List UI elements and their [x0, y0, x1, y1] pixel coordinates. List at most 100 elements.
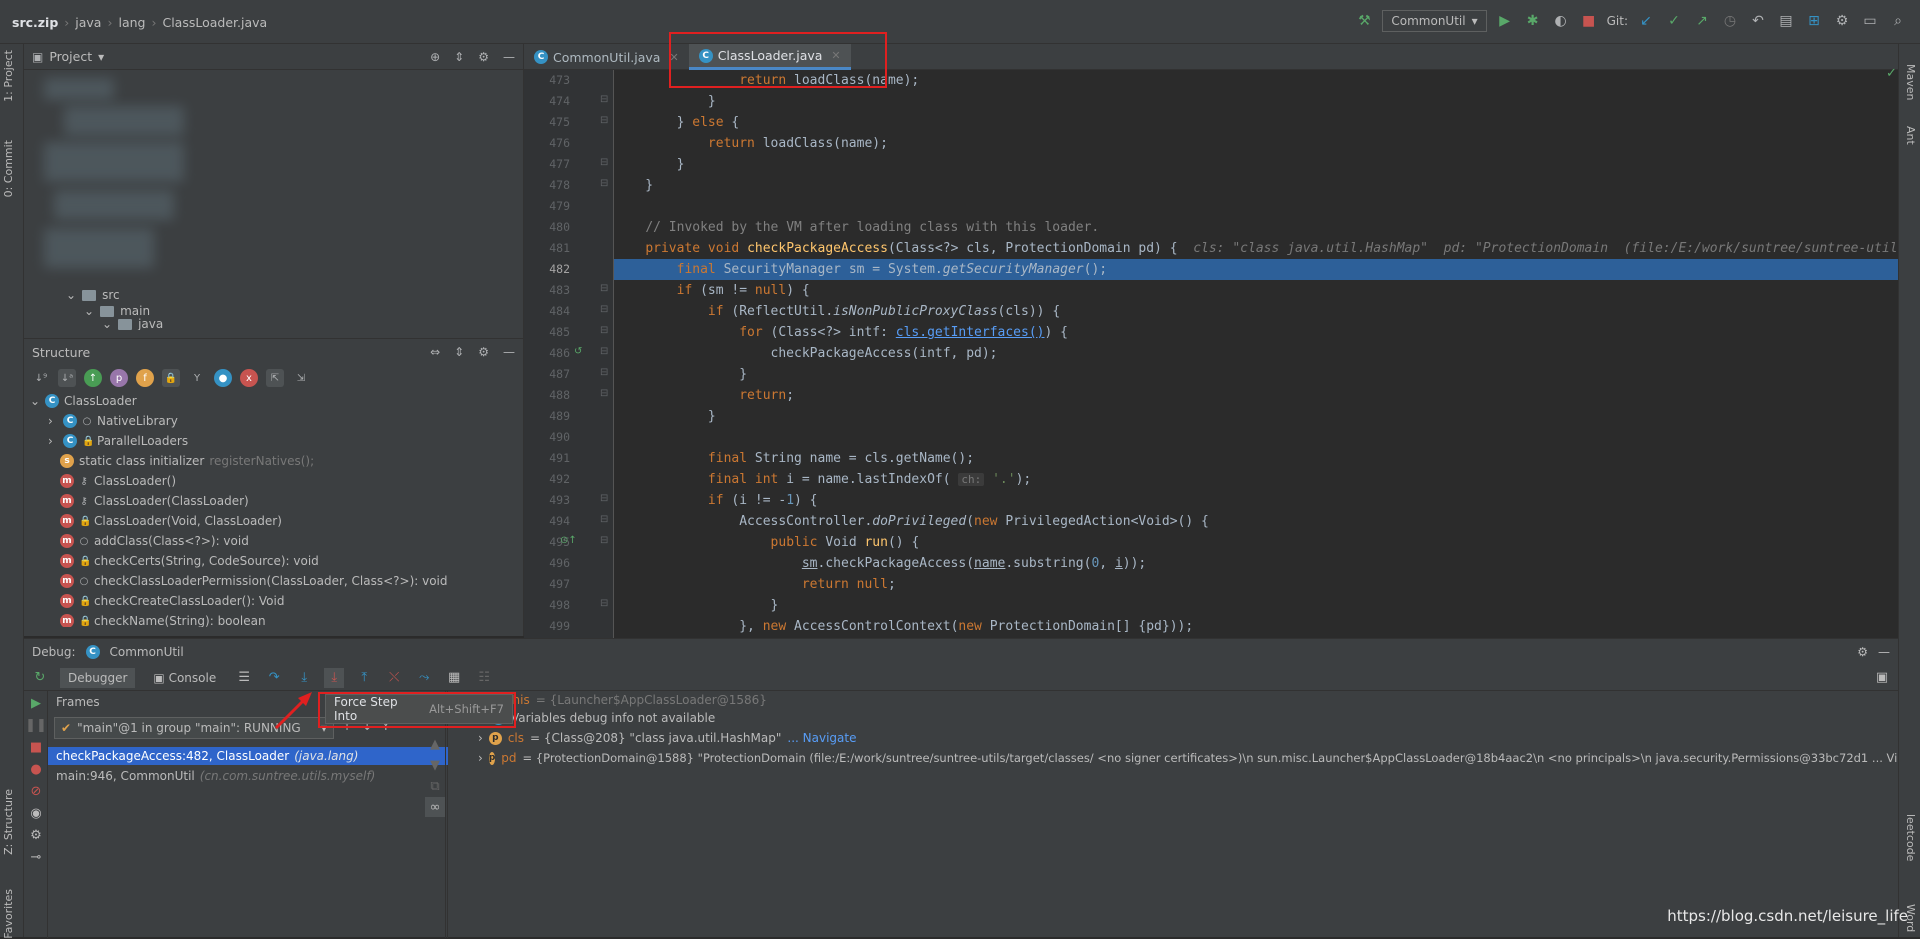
- minimize-icon[interactable]: —: [503, 345, 515, 359]
- stop-icon[interactable]: ■: [1579, 11, 1599, 31]
- line-number[interactable]: 477: [524, 157, 570, 171]
- structure-item[interactable]: m🔒checkCreateClassLoader(): Void: [24, 591, 523, 611]
- project-structure-icon[interactable]: ▤: [1776, 11, 1796, 31]
- gear-icon[interactable]: ⚙: [478, 345, 489, 359]
- line-number[interactable]: 486: [524, 346, 570, 360]
- show-watches-icon[interactable]: ∞: [425, 797, 445, 817]
- line-number[interactable]: 478: [524, 178, 570, 192]
- run-icon[interactable]: ▶: [1495, 11, 1515, 31]
- show-fields-icon[interactable]: f: [136, 369, 154, 387]
- line-number[interactable]: 481: [524, 241, 570, 255]
- fold-marker-icon[interactable]: ⊟: [600, 325, 608, 336]
- settings-gear-icon[interactable]: ⚙: [1832, 11, 1852, 31]
- rerun-icon[interactable]: ↻: [30, 668, 50, 688]
- fold-marker-icon[interactable]: ⊟: [600, 367, 608, 378]
- step-over-icon[interactable]: ↷: [264, 668, 284, 688]
- git-push-icon[interactable]: ↗: [1692, 11, 1712, 31]
- debug-session-tab[interactable]: CommonUtil: [110, 645, 184, 659]
- fold-marker-icon[interactable]: ⊟: [600, 283, 608, 294]
- line-number[interactable]: 479: [524, 199, 570, 213]
- tab-project[interactable]: 1: Project: [2, 50, 15, 102]
- line-number[interactable]: 480: [524, 220, 570, 234]
- fold-marker-icon[interactable]: ⊟: [600, 304, 608, 315]
- show-non-public-icon[interactable]: 🔒: [162, 369, 180, 387]
- line-number[interactable]: 474: [524, 94, 570, 108]
- line-number[interactable]: 492: [524, 472, 570, 486]
- stack-frame[interactable]: checkPackageAccess:482, ClassLoader(java…: [48, 747, 448, 765]
- line-number[interactable]: 499: [524, 619, 570, 633]
- chevron-right-icon[interactable]: ›: [48, 434, 58, 448]
- collapse-all-icon[interactable]: ⇕: [454, 50, 464, 64]
- translate-icon[interactable]: ⊞: [1804, 11, 1824, 31]
- run-to-cursor-icon[interactable]: ⤳: [414, 668, 434, 688]
- expand-all-icon[interactable]: ⇔: [430, 345, 440, 359]
- view-breakpoints-icon[interactable]: ●: [26, 759, 46, 779]
- show-lambdas-icon[interactable]: Y: [188, 369, 206, 387]
- variable-pd[interactable]: › p pd = {ProtectionDomain@1588} "Protec…: [478, 749, 1898, 767]
- line-number[interactable]: 493: [524, 493, 570, 507]
- line-number[interactable]: 482: [524, 262, 570, 276]
- chevron-down-icon[interactable]: ▾: [98, 50, 104, 64]
- line-number[interactable]: 491: [524, 451, 570, 465]
- line-number[interactable]: 489: [524, 409, 570, 423]
- implements-method-icon[interactable]: ⊙↑: [560, 535, 577, 546]
- editor-gutter[interactable]: 4734744754764774784794804814824834844854…: [524, 70, 614, 638]
- project-panel-title[interactable]: Project: [49, 49, 92, 64]
- copy-icon[interactable]: ⧉: [425, 776, 445, 796]
- history-icon[interactable]: ◷: [1720, 11, 1740, 31]
- structure-item[interactable]: m○checkClassLoaderPermission(ClassLoader…: [24, 571, 523, 591]
- structure-item[interactable]: m🔒ClassLoader(Void, ClassLoader): [24, 511, 523, 531]
- breadcrumb-item-lang[interactable]: lang: [118, 15, 145, 30]
- line-number[interactable]: 475: [524, 115, 570, 129]
- fold-marker-icon[interactable]: ⊟: [600, 157, 608, 168]
- pause-icon[interactable]: ❚❚: [26, 715, 46, 735]
- trace-icon[interactable]: ☷: [474, 668, 494, 688]
- line-number[interactable]: 488: [524, 388, 570, 402]
- tab-debugger[interactable]: Debugger: [60, 668, 135, 688]
- step-into-icon[interactable]: ⤓: [294, 668, 314, 688]
- pin-icon[interactable]: ⊸: [26, 847, 46, 867]
- show-exceptions-icon[interactable]: x: [240, 369, 258, 387]
- tab-commonutil-java[interactable]: C CommonUtil.java ✕: [524, 44, 689, 70]
- line-number[interactable]: 490: [524, 430, 570, 444]
- line-number[interactable]: 494: [524, 514, 570, 528]
- sort-alphabetically-icon[interactable]: ↓ᵃ: [58, 369, 76, 387]
- step-out-icon[interactable]: ⤒: [354, 668, 374, 688]
- structure-item[interactable]: m🔒checkCerts(String, CodeSource): void: [24, 551, 523, 571]
- tree-item-java[interactable]: ⌄java: [102, 318, 163, 330]
- fold-marker-icon[interactable]: ⊟: [600, 598, 608, 609]
- search-icon[interactable]: ⌕: [1888, 11, 1908, 31]
- variable-this[interactable]: › p this = {Launcher$AppClassLoader@1586…: [478, 693, 767, 707]
- code-editor[interactable]: return loadClass(name); } } else { retur…: [614, 70, 1898, 638]
- fold-marker-icon[interactable]: ⊟: [600, 346, 608, 357]
- structure-item[interactable]: sstatic class initializerregisterNatives…: [24, 451, 523, 471]
- build-hammer-icon[interactable]: ⚒: [1354, 11, 1374, 31]
- recursive-call-icon[interactable]: ↺: [574, 346, 582, 357]
- move-up-icon[interactable]: ▲: [425, 734, 445, 754]
- line-number[interactable]: 487: [524, 367, 570, 381]
- line-number[interactable]: 498: [524, 598, 570, 612]
- sort-by-visibility-icon[interactable]: ↓⁹: [32, 369, 50, 387]
- tab-favorites[interactable]: Favorites: [2, 889, 15, 939]
- structure-item[interactable]: m⚷ClassLoader(): [24, 471, 523, 491]
- collapse-all-icon[interactable]: ⇕: [454, 345, 464, 359]
- line-number[interactable]: 497: [524, 577, 570, 591]
- tab-console[interactable]: ▣ Console: [145, 668, 224, 688]
- line-number[interactable]: 473: [524, 73, 570, 87]
- fold-marker-icon[interactable]: ⊟: [600, 535, 608, 546]
- chevron-down-icon[interactable]: ⌄: [30, 394, 40, 408]
- menu-icon[interactable]: ☰: [234, 668, 254, 688]
- autoscroll-to-source-icon[interactable]: ⇱: [266, 369, 284, 387]
- structure-item[interactable]: m○addClass(Class<?>): void: [24, 531, 523, 551]
- git-commit-icon[interactable]: ✓: [1664, 11, 1684, 31]
- navigate-link[interactable]: ... Navigate: [787, 731, 856, 745]
- variable-cls[interactable]: › p cls = {Class@208} "class java.util.H…: [478, 729, 856, 747]
- camera-icon[interactable]: ◉: [26, 803, 46, 823]
- restore-layout-icon[interactable]: ▣: [1872, 668, 1892, 688]
- breadcrumb-item-java[interactable]: java: [75, 15, 101, 30]
- mute-breakpoints-icon[interactable]: ⊘: [26, 781, 46, 801]
- force-step-into-icon[interactable]: ⤓: [324, 668, 344, 688]
- gear-icon[interactable]: ⚙: [26, 825, 46, 845]
- line-number[interactable]: 476: [524, 136, 570, 150]
- show-anonymous-icon[interactable]: ●: [214, 369, 232, 387]
